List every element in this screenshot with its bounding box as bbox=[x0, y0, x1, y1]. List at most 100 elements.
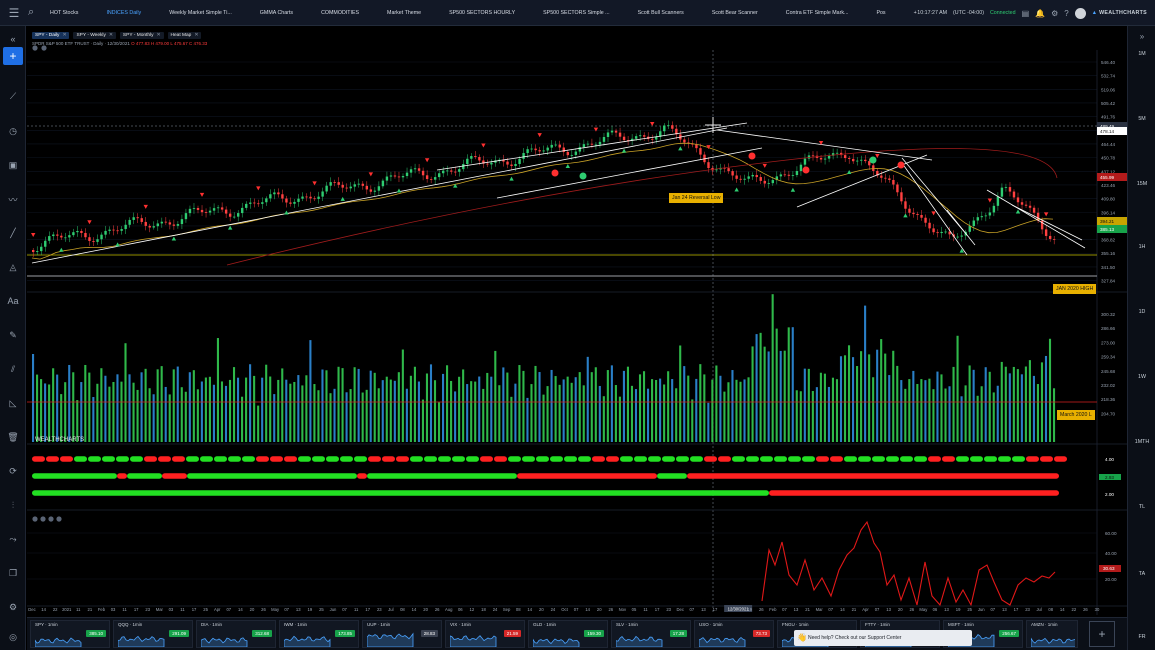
volume-bar bbox=[570, 382, 573, 442]
tab-11[interactable]: Pos bbox=[870, 0, 907, 26]
chart-tab-3[interactable]: Heat Map ✕ bbox=[167, 32, 202, 39]
candle-body bbox=[76, 231, 79, 233]
candle-body bbox=[349, 186, 352, 189]
candle-body bbox=[1020, 202, 1024, 205]
timeframe-ta[interactable]: TA bbox=[1128, 571, 1155, 577]
settings-icon[interactable]: ⚙ bbox=[3, 598, 23, 616]
settings-icon[interactable]: ⚙ bbox=[1051, 9, 1058, 18]
annotation-reversal[interactable]: Jan 24 Reversal Low bbox=[669, 193, 724, 203]
collapse-icon[interactable]: « bbox=[3, 30, 23, 48]
close-icon[interactable]: ✕ bbox=[194, 33, 198, 38]
mini-chart[interactable]: AMZN · 1min bbox=[1026, 620, 1078, 648]
candle-body bbox=[458, 169, 461, 172]
volume-bar bbox=[651, 379, 654, 442]
avatar[interactable] bbox=[1074, 7, 1086, 19]
measure-icon[interactable]: ◺ bbox=[3, 394, 23, 412]
add-icon[interactable]: + bbox=[3, 47, 23, 65]
date-tick: 13 bbox=[886, 607, 891, 612]
trash-icon[interactable]: 🗑 bbox=[3, 428, 23, 446]
timeframe-1w[interactable]: 1W bbox=[1128, 374, 1155, 380]
date-tick: 14 bbox=[840, 607, 845, 612]
mini-chart[interactable]: QQQ · 1min 291.09 bbox=[113, 620, 193, 648]
notifications-icon[interactable]: 🔔 bbox=[1035, 9, 1045, 18]
mini-chart[interactable]: SLV · 1min 17.28 bbox=[611, 620, 691, 648]
save-icon[interactable]: ▤ bbox=[1022, 9, 1030, 18]
candle-body bbox=[912, 212, 915, 215]
line-tool-icon[interactable]: ╱ bbox=[3, 224, 23, 242]
signal-ribbon-1 bbox=[410, 456, 423, 462]
path-icon[interactable]: ⤳ bbox=[3, 530, 23, 548]
ruler-icon[interactable]: ⫽ bbox=[3, 360, 23, 378]
tab-9[interactable]: Scott Bear Scanner bbox=[706, 0, 780, 26]
help-icon[interactable]: ? bbox=[1064, 9, 1068, 18]
candle-body bbox=[638, 135, 642, 137]
tab-8[interactable]: Scott Bull Scanners bbox=[632, 0, 706, 26]
tab-6[interactable]: SP500 SECTORS HOURLY bbox=[443, 0, 537, 26]
mini-chart[interactable]: IWM · 1min 173.85 bbox=[279, 620, 359, 648]
tab-0[interactable]: HOT Stocks bbox=[44, 0, 100, 26]
text-icon[interactable]: Aa bbox=[3, 292, 23, 310]
timeframe-1h[interactable]: 1H bbox=[1128, 244, 1155, 250]
chart-tab-1[interactable]: SPY - Weekly ✕ bbox=[73, 32, 116, 39]
tab-2[interactable]: Weekly Market Simple Ti... bbox=[163, 0, 254, 26]
mini-chart-price: 173.85 bbox=[335, 630, 355, 637]
calendar-icon[interactable]: ▣ bbox=[3, 156, 23, 174]
chart-area[interactable]: 546.40532.74519.06505.42491.76478.10464.… bbox=[27, 30, 1127, 615]
collapse-right-icon[interactable]: » bbox=[1128, 32, 1155, 41]
tab-10[interactable]: Contra ETF Simple Mark... bbox=[780, 0, 871, 26]
copy-icon[interactable]: ❐ bbox=[3, 564, 23, 582]
tab-7[interactable]: SP500 SECTORS Simple ... bbox=[537, 0, 631, 26]
mini-chart[interactable]: UUP · 1min 28.83 bbox=[362, 620, 442, 648]
annotation-jan-high[interactable]: JAN 2020 HIGH bbox=[1053, 284, 1097, 294]
support-toast[interactable]: 👋 Need help? Check out our Support Center bbox=[794, 630, 972, 646]
chart-tab-0[interactable]: SPY - Daily ✕ bbox=[32, 32, 70, 39]
pen-icon[interactable]: ✎ bbox=[3, 326, 23, 344]
timeframe-1m[interactable]: 1M bbox=[1128, 51, 1155, 57]
globe-icon[interactable]: ◎ bbox=[3, 628, 23, 646]
sell-marker bbox=[368, 172, 374, 177]
timeframe-5m[interactable]: 5M bbox=[1128, 116, 1155, 122]
signal-ribbon-1 bbox=[1054, 456, 1067, 462]
tab-4[interactable]: COMMODITIES bbox=[315, 0, 381, 26]
mini-chart[interactable]: VIX · 1min 21.59 bbox=[445, 620, 525, 648]
date-tick: 20 bbox=[898, 607, 903, 612]
signal-ribbon-2 bbox=[162, 473, 187, 479]
close-icon[interactable]: ✕ bbox=[109, 33, 113, 38]
mini-chart[interactable]: GLD · 1min 159.30 bbox=[528, 620, 608, 648]
add-widget-button[interactable]: + bbox=[1089, 621, 1115, 647]
crosshair-line-icon[interactable]: ⟋ bbox=[3, 87, 23, 105]
shapes-icon[interactable]: ◬ bbox=[3, 258, 23, 276]
tab-5[interactable]: Market Theme bbox=[381, 0, 443, 26]
mini-chart[interactable]: DIA · 1min 312.68 bbox=[196, 620, 276, 648]
search-icon[interactable]: ⌕ bbox=[28, 6, 44, 19]
candle-body bbox=[510, 164, 513, 166]
tab-3[interactable]: GMMA Charts bbox=[254, 0, 315, 26]
volume-bar bbox=[980, 386, 983, 442]
refresh-icon[interactable]: ⟳ bbox=[3, 462, 23, 480]
timezone[interactable]: (UTC -04:00) bbox=[953, 10, 984, 16]
timeframe-fr[interactable]: FR bbox=[1128, 634, 1155, 640]
timeframe-1d[interactable]: 1D bbox=[1128, 309, 1155, 315]
chart-icon[interactable]: ⫶ bbox=[3, 496, 23, 514]
chart-tab-2[interactable]: SPY - Monthly ✕ bbox=[119, 32, 164, 39]
mini-chart[interactable]: USO · 1min 73.73 bbox=[694, 620, 774, 648]
volume-bar bbox=[470, 381, 473, 442]
timeframe-tl[interactable]: TL bbox=[1128, 504, 1155, 510]
clock-icon[interactable]: ◷ bbox=[3, 122, 23, 140]
tab-1[interactable]: INDICES Daily bbox=[100, 0, 163, 26]
volume-bar bbox=[381, 380, 384, 442]
annotation-march-low[interactable]: March 2020 L bbox=[1057, 410, 1095, 420]
trend-icon[interactable]: 〰 bbox=[3, 190, 23, 208]
date-tick: Mar bbox=[816, 607, 824, 612]
price-chart[interactable]: 546.40532.74519.06505.42491.76478.10464.… bbox=[27, 30, 1127, 615]
timeframe-1mth[interactable]: 1MTH bbox=[1128, 439, 1155, 445]
timeframe-15m[interactable]: 15M bbox=[1128, 181, 1155, 187]
volume-bar bbox=[357, 368, 360, 442]
volume-bar bbox=[795, 390, 798, 442]
close-icon[interactable]: ✕ bbox=[62, 33, 66, 38]
close-icon[interactable]: ✕ bbox=[157, 33, 161, 38]
mini-chart[interactable]: SPY · 1min 385.10 bbox=[30, 620, 110, 648]
price-tick: 368.82 bbox=[1101, 238, 1115, 243]
date-tick: 25 bbox=[203, 607, 208, 612]
menu-icon[interactable]: ☰ bbox=[0, 0, 28, 26]
